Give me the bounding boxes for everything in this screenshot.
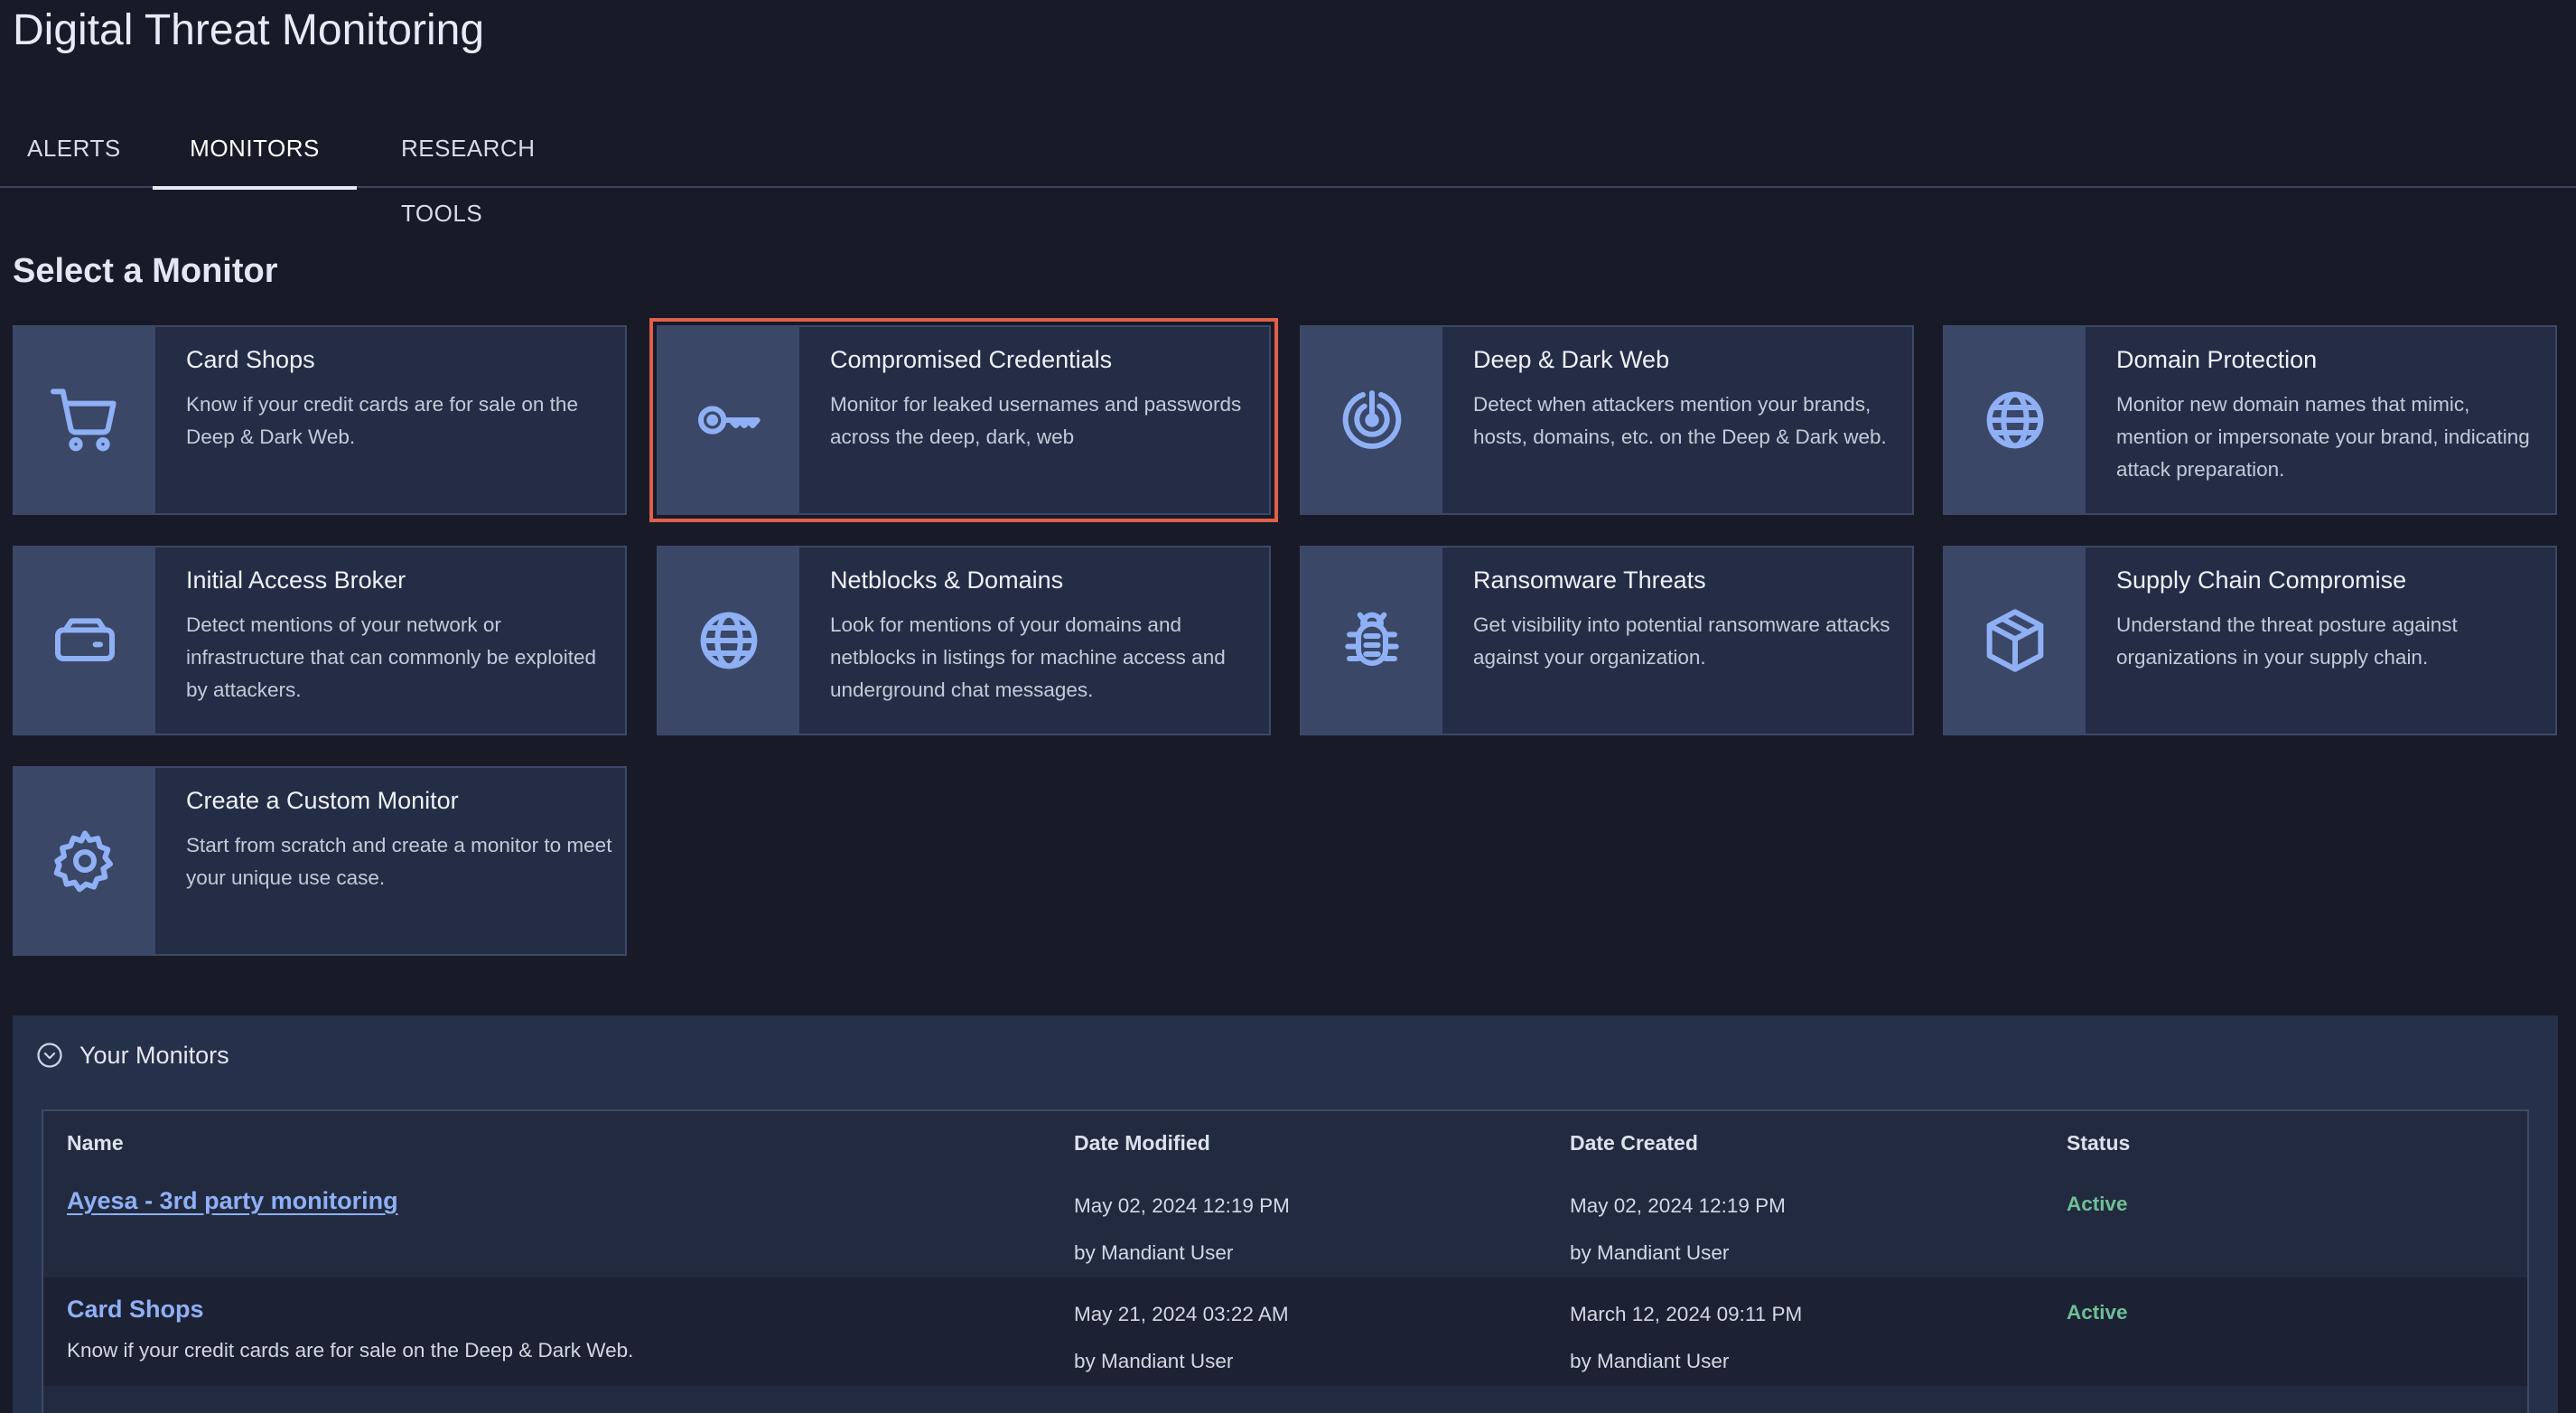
monitors-table: Name Date Modified Date Created Status A… (42, 1109, 2529, 1413)
monitor-card-compromised-credentials[interactable]: Compromised Credentials Monitor for leak… (649, 318, 1278, 522)
date-created: May 02, 2024 12:19 PM (1570, 1194, 1786, 1217)
card-icon-panel (1945, 547, 2086, 734)
monitor-card-ransomware-threats[interactable]: Ransomware Threats Get visibility into p… (1300, 546, 1914, 735)
tab-alerts[interactable]: ALERTS (27, 116, 120, 188)
card-description: Start from scratch and create a monitor … (186, 834, 612, 889)
card-icon-panel (658, 327, 799, 513)
created-by: by Mandiant User (1570, 1241, 1730, 1264)
card-description: Know if your credit cards are for sale o… (186, 393, 578, 448)
monitor-card-initial-access-broker[interactable]: Initial Access Broker Detect mentions of… (13, 546, 627, 735)
status-badge: Active (2067, 1193, 2128, 1215)
monitor-description: Know if your credit cards are for sale o… (67, 1339, 634, 1362)
date-modified: May 02, 2024 12:19 PM (1074, 1194, 1290, 1217)
card-title: Supply Chain Compromise (2116, 566, 2407, 594)
bug-icon (1345, 612, 1399, 666)
status-badge: Active (2067, 1301, 2128, 1324)
package-icon (1986, 609, 2044, 672)
column-header-name[interactable]: Name (67, 1131, 124, 1156)
your-monitors-panel: Your Monitors Name Date Modified Date Cr… (13, 1015, 2558, 1413)
chevron-circle-down-icon (37, 1043, 62, 1068)
card-title: Netblocks & Domains (830, 566, 1064, 594)
card-icon-panel (14, 547, 155, 734)
page: Digital Threat Monitoring ALERTS MONITOR… (0, 0, 2576, 1413)
key-icon (698, 406, 761, 435)
radar-icon (1342, 390, 1402, 449)
card-title: Initial Access Broker (186, 566, 406, 594)
monitor-card-deep-dark-web[interactable]: Deep & Dark Web Detect when attackers me… (1300, 325, 1914, 515)
column-header-date-created[interactable]: Date Created (1570, 1131, 1698, 1156)
tab-research-tools[interactable]: RESEARCH TOOLS (401, 116, 618, 227)
hard-drive-icon (55, 618, 115, 661)
card-icon-panel (1945, 327, 2086, 513)
card-description: Detect mentions of your network or infra… (186, 613, 596, 701)
card-description: Monitor for leaked usernames and passwor… (830, 393, 1242, 448)
card-title: Domain Protection (2116, 346, 2318, 373)
monitor-card-domain-protection[interactable]: Domain Protection Monitor new domain nam… (1943, 325, 2557, 515)
card-title: Create a Custom Monitor (186, 787, 459, 814)
gear-icon (53, 830, 113, 893)
created-by: by Mandiant User (1570, 1350, 1730, 1372)
card-description: Get visibility into potential ransomware… (1473, 613, 1890, 669)
modified-by: by Mandiant User (1074, 1241, 1234, 1264)
select-monitor-heading: Select a Monitor (13, 252, 278, 290)
card-description: Monitor new domain names that mimic, men… (2116, 393, 2530, 481)
card-icon-panel (14, 768, 155, 954)
table-row: Ayesa - 3rd party monitoring May 02, 202… (43, 1169, 2527, 1277)
card-title: Ransomware Threats (1473, 566, 1706, 594)
card-icon-panel (14, 327, 155, 513)
monitor-name-link[interactable]: Ayesa - 3rd party monitoring (67, 1187, 398, 1215)
monitor-card-create-custom[interactable]: Create a Custom Monitor Start from scrat… (13, 766, 627, 956)
globe-icon (700, 612, 758, 669)
column-header-date-modified[interactable]: Date Modified (1074, 1131, 1210, 1156)
monitor-card-card-shops[interactable]: Card Shops Know if your credit cards are… (13, 325, 627, 515)
card-description: Detect when attackers mention your brand… (1473, 393, 1887, 448)
monitor-name-link[interactable]: Card Shops (67, 1296, 204, 1324)
shopping-cart-icon (51, 388, 117, 452)
card-title: Compromised Credentials (830, 346, 1113, 373)
your-monitors-title: Your Monitors (79, 1041, 229, 1069)
page-title: Digital Threat Monitoring (13, 6, 485, 54)
card-title: Deep & Dark Web (1473, 346, 1670, 373)
your-monitors-toggle[interactable]: Your Monitors (36, 1037, 229, 1073)
modified-by: by Mandiant User (1074, 1350, 1234, 1372)
card-title: Card Shops (186, 346, 315, 373)
card-description: Look for mentions of your domains and ne… (830, 613, 1226, 701)
card-description: Understand the threat posture against or… (2116, 613, 2458, 669)
monitor-card-netblocks-domains[interactable]: Netblocks & Domains Look for mentions of… (657, 546, 1271, 735)
tab-bar: ALERTS MONITORS RESEARCH TOOLS (0, 116, 2576, 227)
card-icon-panel (1302, 547, 1442, 734)
tab-monitors[interactable]: MONITORS (153, 116, 357, 190)
monitor-card-supply-chain-compromise[interactable]: Supply Chain Compromise Understand the t… (1943, 546, 2557, 735)
date-modified: May 21, 2024 03:22 AM (1074, 1303, 1289, 1325)
date-created: March 12, 2024 09:11 PM (1570, 1303, 1803, 1325)
card-icon-panel (658, 547, 799, 734)
column-header-status[interactable]: Status (2067, 1131, 2130, 1156)
card-icon-panel (1302, 327, 1442, 513)
globe-icon (1986, 391, 2044, 449)
table-row: Card Shops Know if your credit cards are… (43, 1277, 2527, 1386)
